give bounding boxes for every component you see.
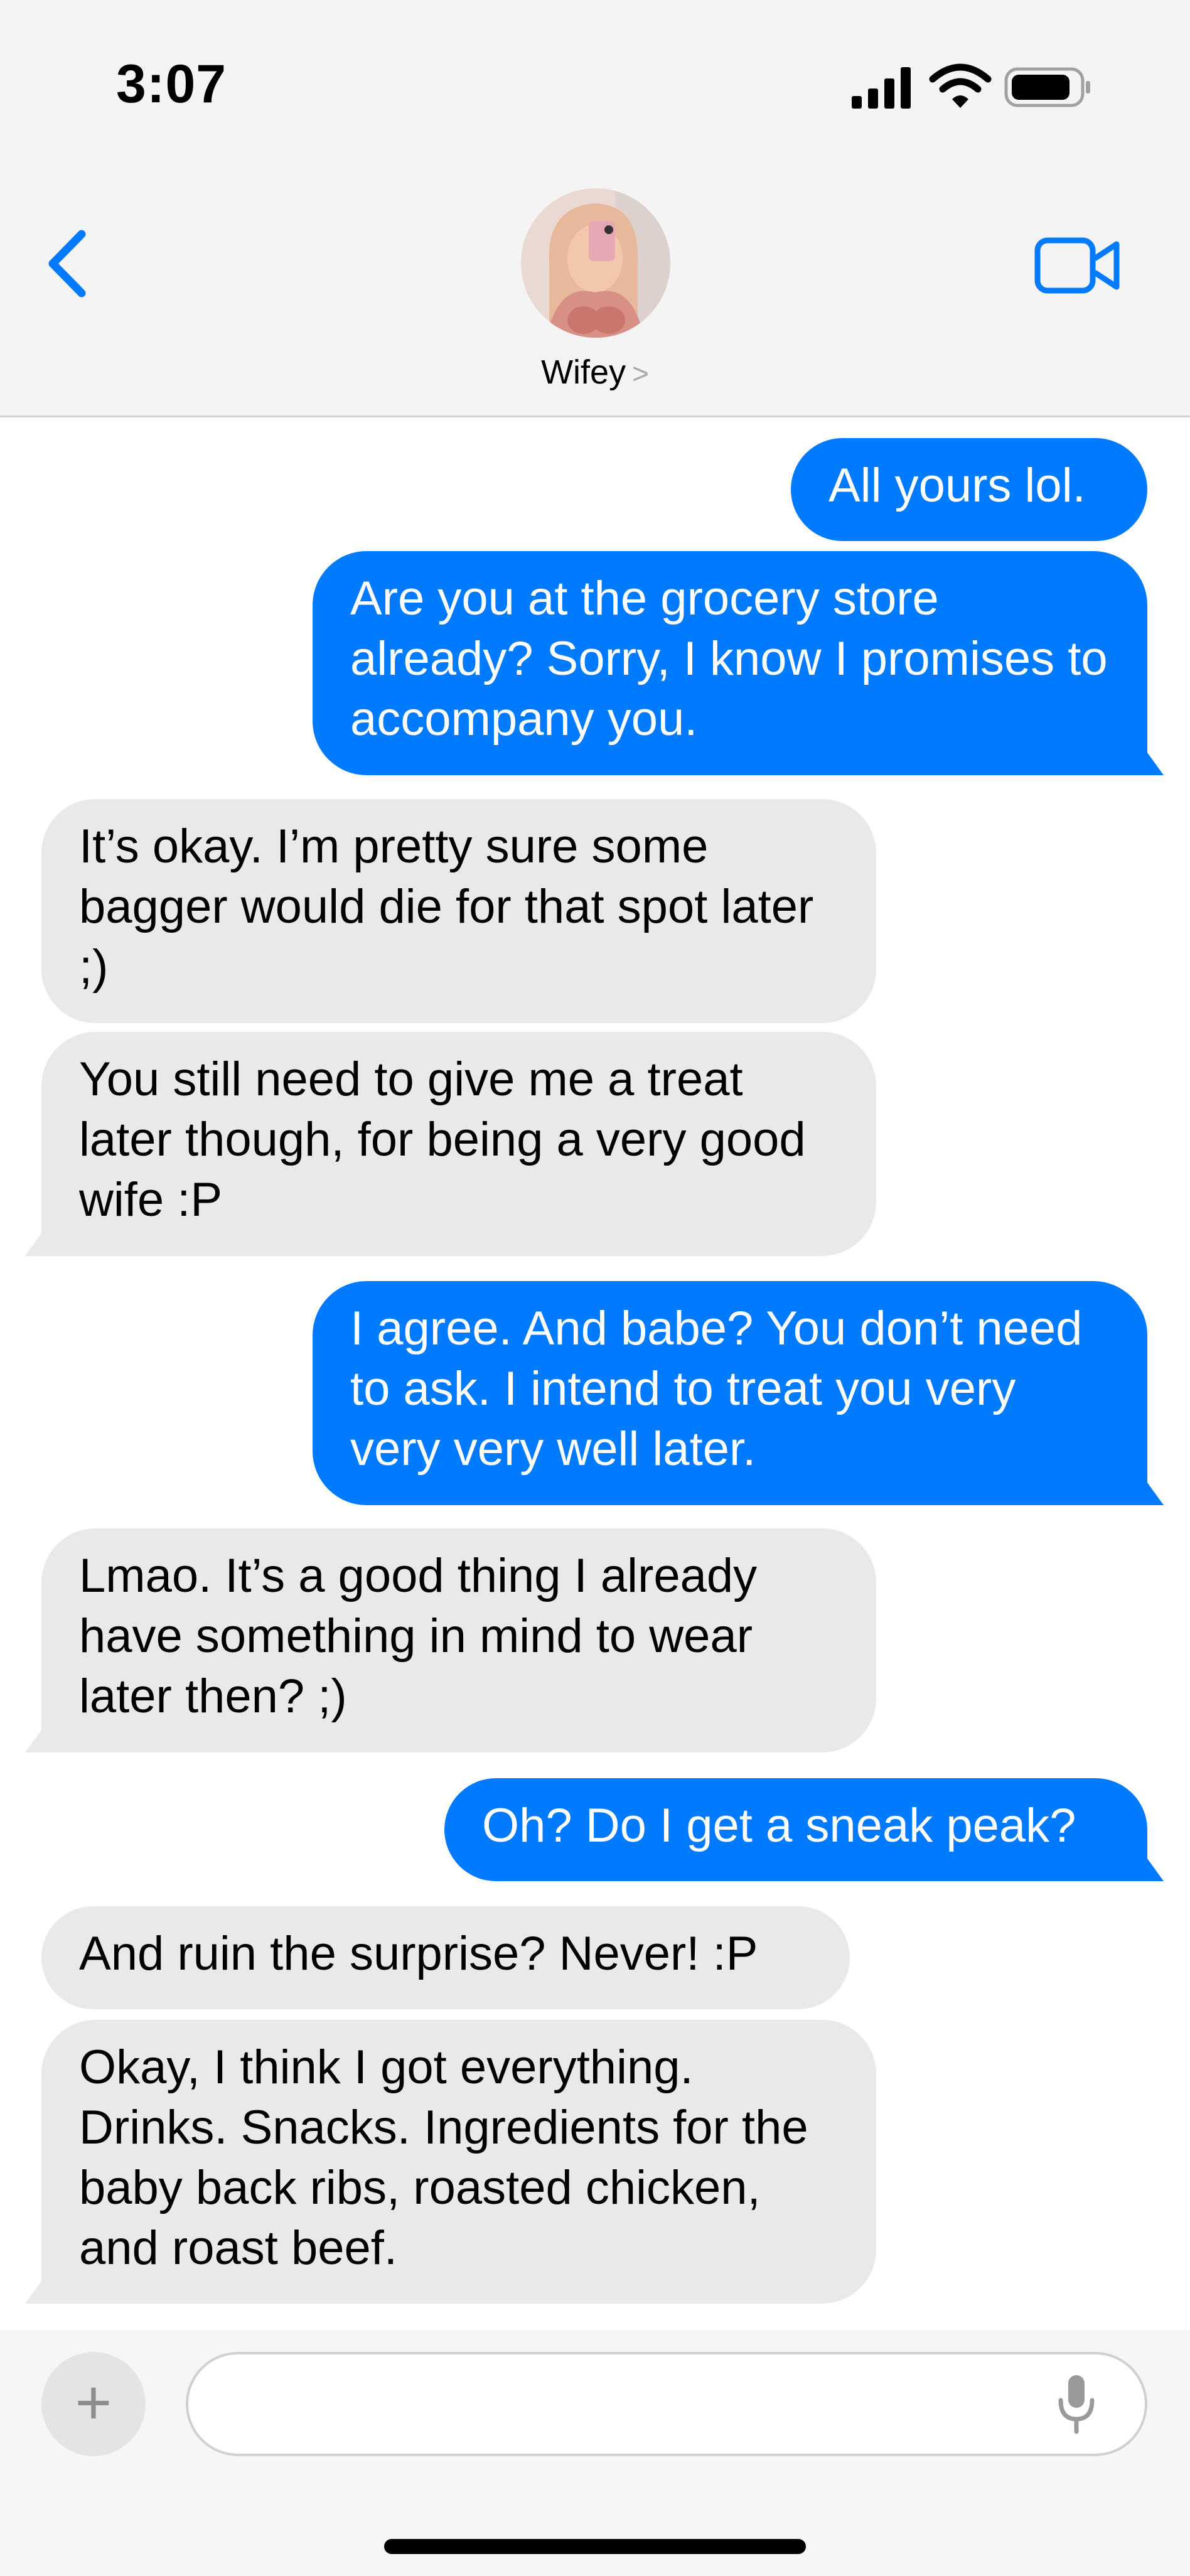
message-bubble-received[interactable]: You still need to give me a treat later … — [41, 1032, 876, 1256]
contact-name[interactable]: Wifey > — [0, 353, 1190, 392]
avatar-photo — [521, 188, 670, 338]
message-bubble-sent[interactable]: Oh? Do I get a sneak peak? — [444, 1778, 1147, 1881]
message-thread[interactable]: All yours lol. Are you at the grocery st… — [0, 417, 1190, 2329]
conversation-header: 3:07 Wifey > — [0, 0, 1190, 417]
compose-bar: + — [0, 2330, 1190, 2576]
back-chevron-icon[interactable] — [45, 229, 89, 298]
message-bubble-sent[interactable]: All yours lol. — [791, 438, 1147, 541]
signal-bars-icon — [852, 67, 911, 109]
video-camera-icon[interactable] — [1034, 237, 1122, 294]
message-bubble-received[interactable]: And ruin the surprise? Never! :P — [41, 1906, 850, 2009]
add-attachment-button[interactable]: + — [41, 2352, 146, 2456]
contact-name-text: Wifey — [541, 353, 626, 391]
message-bubble-sent[interactable]: Are you at the grocery store already? So… — [313, 551, 1147, 775]
chevron-right-icon: > — [632, 357, 649, 390]
message-bubble-received[interactable]: Okay, I think I got everything. Drinks. … — [41, 2020, 876, 2304]
status-time: 3:07 — [116, 54, 227, 114]
message-bubble-sent[interactable]: I agree. And babe? You don’t need to ask… — [313, 1281, 1147, 1505]
message-input[interactable] — [186, 2352, 1147, 2456]
message-bubble-received[interactable]: Lmao. It’s a good thing I already have s… — [41, 1528, 876, 1752]
home-indicator[interactable] — [384, 2539, 806, 2554]
battery-icon — [1004, 67, 1090, 107]
plus-icon: + — [75, 2368, 112, 2438]
wifi-icon — [929, 63, 992, 108]
contact-avatar[interactable] — [521, 188, 670, 338]
microphone-icon[interactable] — [1056, 2373, 1096, 2435]
message-bubble-received[interactable]: It’s okay. I’m pretty sure some bagger w… — [41, 799, 876, 1023]
